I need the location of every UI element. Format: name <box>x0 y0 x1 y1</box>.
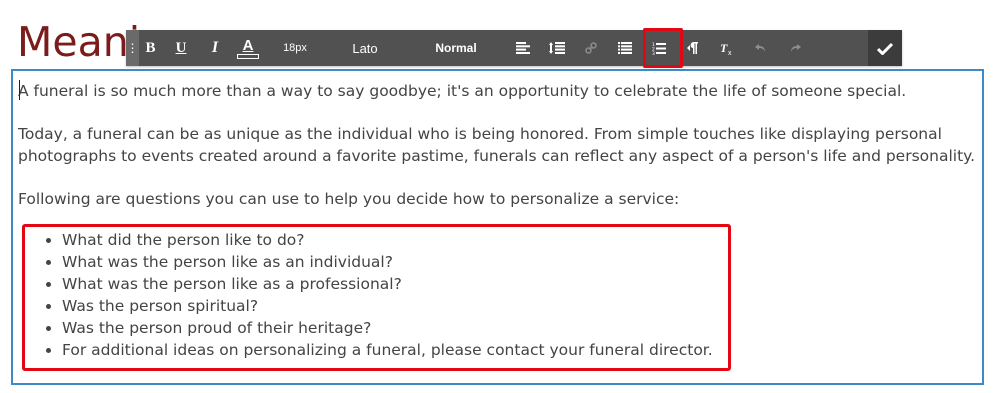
list-item: What did the person like to do? <box>62 229 978 251</box>
check-icon <box>877 42 893 55</box>
text-caret <box>19 80 20 100</box>
svg-text:3: 3 <box>652 51 655 55</box>
list-item: Was the person spiritual? <box>62 295 978 317</box>
font-color-button[interactable]: A <box>230 30 266 66</box>
paragraph-icon <box>687 42 698 54</box>
numbered-list-button[interactable]: 123 <box>642 30 676 66</box>
link-button[interactable] <box>574 30 608 66</box>
align-left-icon <box>516 42 530 54</box>
list-item: What was the person like as a profession… <box>62 273 978 295</box>
undo-icon <box>755 44 765 52</box>
paragraph-following: Following are questions you can use to h… <box>18 190 680 208</box>
underline-button[interactable]: U <box>162 30 200 66</box>
paragraph-direction-button[interactable] <box>676 30 710 66</box>
confirm-button[interactable] <box>868 30 902 66</box>
rich-text-toolbar: ⋮ B U I A 18px Lato Normal 123 Tx <box>126 30 902 66</box>
align-left-button[interactable] <box>506 30 540 66</box>
drag-handle-icon[interactable]: ⋮ <box>126 30 139 66</box>
bold-button[interactable]: B <box>139 30 162 66</box>
redo-icon <box>791 44 801 52</box>
font-color-swatch <box>237 53 259 59</box>
link-icon <box>585 42 597 54</box>
bulleted-list: What did the person like to do? What was… <box>18 229 978 361</box>
numbered-list-icon: 123 <box>652 42 666 55</box>
italic-button[interactable]: I <box>200 30 230 66</box>
paragraph-format-dropdown[interactable]: Normal <box>406 30 506 66</box>
font-family-dropdown[interactable]: Lato <box>324 30 406 66</box>
line-height-button[interactable] <box>540 30 574 66</box>
clear-formatting-icon: Tx <box>720 42 732 55</box>
svg-text:T: T <box>720 42 728 55</box>
redo-button[interactable] <box>778 30 812 66</box>
list-item: For additional ideas on personalizing a … <box>62 339 978 361</box>
font-color-icon: A <box>242 36 254 54</box>
font-size-dropdown[interactable]: 18px <box>266 30 324 66</box>
bulleted-list-icon <box>618 42 632 54</box>
undo-button[interactable] <box>744 30 778 66</box>
line-height-icon <box>549 42 565 54</box>
list-item: What was the person like as an individua… <box>62 251 978 273</box>
paragraph-intro: A funeral is so much more than a way to … <box>18 82 907 100</box>
paragraph-today: Today, a funeral can be as unique as the… <box>18 125 976 165</box>
bulleted-list-button[interactable] <box>608 30 642 66</box>
clear-formatting-button[interactable]: Tx <box>710 30 744 66</box>
svg-text:x: x <box>728 50 732 55</box>
rich-text-editor[interactable]: A funeral is so much more than a way to … <box>11 69 984 385</box>
list-item: Was the person proud of their heritage? <box>62 317 978 339</box>
